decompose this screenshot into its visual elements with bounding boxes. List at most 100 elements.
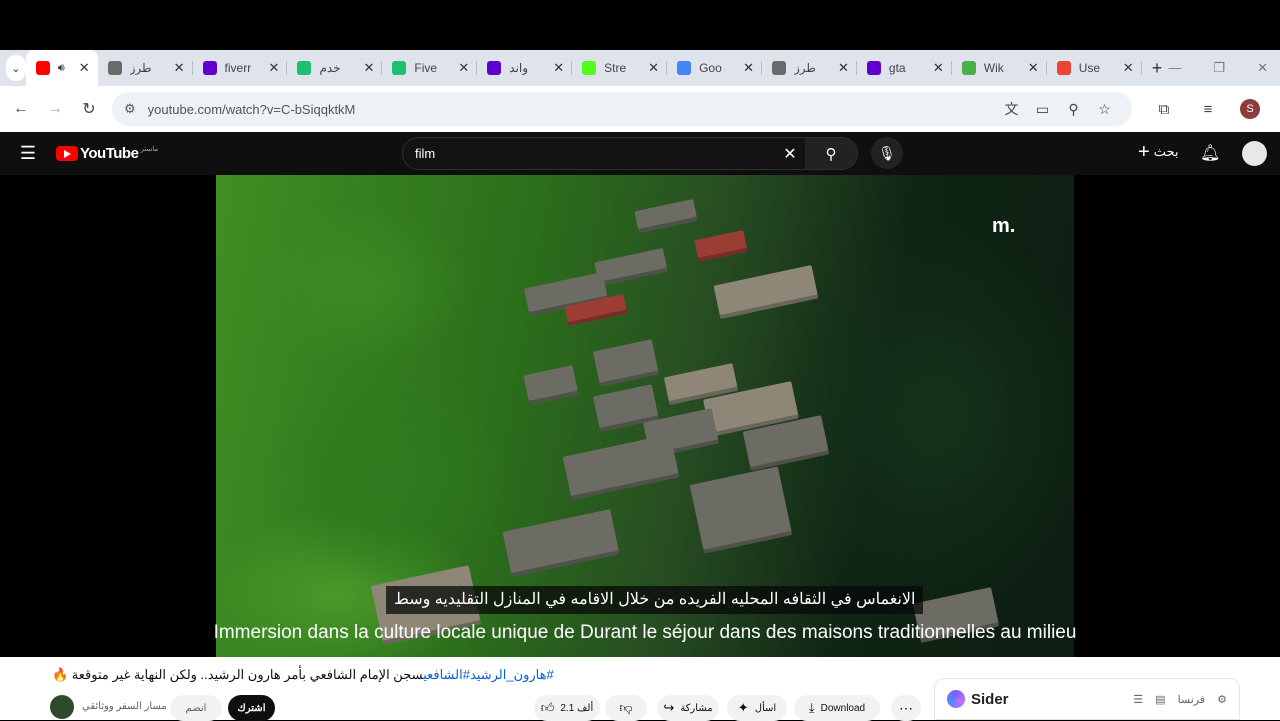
youtube-icon <box>35 61 50 75</box>
cast-icon[interactable]: ▭ <box>1027 101 1058 118</box>
tab-close-icon[interactable]: ✕ <box>1028 60 1039 76</box>
create-button[interactable]: + بحث <box>1138 142 1178 162</box>
tab-close-icon[interactable]: ✕ <box>269 60 280 76</box>
tab-close-icon[interactable]: ✕ <box>174 60 185 76</box>
browser-tab[interactable]: Goo ✕ <box>667 50 762 86</box>
join-button[interactable]: انضم <box>170 695 222 721</box>
yahoo-icon <box>866 61 881 75</box>
profile-avatar[interactable]: S <box>1240 99 1260 119</box>
sider-name: Sider <box>971 690 1009 708</box>
search-input[interactable]: film <box>403 146 775 161</box>
tab-close-icon[interactable]: ✕ <box>458 60 469 76</box>
village-roof <box>562 434 680 500</box>
sider-language[interactable]: فرنسا <box>1178 693 1206 706</box>
more-icon: ⋯ <box>899 699 913 716</box>
tab-close-icon[interactable]: ✕ <box>363 60 374 76</box>
site-info-icon[interactable]: ⚙ <box>124 101 136 117</box>
browser-tab[interactable]: طرز ✕ <box>762 50 857 86</box>
tab-close-icon[interactable]: ✕ <box>743 60 754 76</box>
sider-panel[interactable]: Sider ☰ ▤ فرنسا ⚙ <box>934 678 1240 720</box>
video-hashtags[interactable]: #هارون_الرشيد#الشافعي <box>423 667 554 682</box>
minimize-icon[interactable]: — <box>1168 60 1181 76</box>
audio-playing-icon[interactable]: 🔊︎ <box>58 62 65 75</box>
tab-close-icon[interactable]: ✕ <box>79 60 90 76</box>
video-frame[interactable]: m. <box>216 175 1074 657</box>
youtube-play-icon <box>56 146 78 161</box>
ask-button[interactable]: ✦ اسأل <box>727 695 787 721</box>
youtube-logo[interactable]: YouTube ماستر <box>56 145 158 162</box>
village-roof <box>594 247 668 287</box>
new-tab-button[interactable]: + <box>1146 58 1169 79</box>
zoom-icon[interactable]: ⚲ <box>1058 101 1089 118</box>
browser-tab[interactable]: Five ✕ <box>382 50 478 86</box>
share-button[interactable]: ↪ مشاركة <box>657 695 719 721</box>
translate-icon[interactable]: 文 <box>996 99 1027 119</box>
fiverr-icon <box>392 61 407 75</box>
tab-close-icon[interactable]: ✕ <box>933 60 944 76</box>
video-title-text: سجن الإمام الشافعي بأمر هارون الرشيد.. و… <box>52 667 424 682</box>
browser-tab[interactable]: خدم ✕ <box>287 50 383 86</box>
more-actions-button[interactable]: ⋯ <box>891 695 921 721</box>
media-control-icon[interactable]: ≡ <box>1186 101 1230 118</box>
tab-close-icon[interactable]: ✕ <box>1123 60 1134 76</box>
tab-title: طرز <box>129 61 152 75</box>
tab-close-icon[interactable]: ✕ <box>553 60 564 76</box>
tab-search-button[interactable]: ⌄ <box>6 55 26 81</box>
back-icon[interactable]: ← <box>4 100 38 118</box>
village-roof <box>592 339 660 387</box>
tab-separator <box>1140 61 1142 75</box>
tab-title: Five <box>414 61 438 75</box>
browser-tab[interactable]: Use ✕ <box>1047 50 1142 86</box>
settings-icon[interactable]: ⚙ <box>1217 693 1227 706</box>
download-button[interactable]: ⤓ Download <box>794 695 880 721</box>
browser-toolbar: ← → ↻ ⚙ youtube.com/watch?v=C-bSiqqktkM … <box>0 86 1280 132</box>
village-roof <box>694 230 748 262</box>
subtitle-icon[interactable]: ▤ <box>1155 693 1165 706</box>
tab-title: Use <box>1078 61 1101 75</box>
url-text[interactable]: youtube.com/watch?v=C-bSiqqktkM <box>148 102 996 117</box>
clear-search-icon[interactable]: ✕ <box>775 144 805 164</box>
forward-icon[interactable]: → <box>38 100 72 118</box>
subscribe-button[interactable]: اشترك <box>228 695 275 721</box>
account-avatar[interactable] <box>1242 141 1267 166</box>
tab-title: واند <box>509 61 529 75</box>
notifications-icon[interactable]: 🔔︎ <box>1200 143 1220 163</box>
video-player[interactable]: m. <box>0 175 1280 657</box>
menu-icon[interactable]: ☰ <box>0 143 56 164</box>
download-label: Download <box>820 702 866 714</box>
browser-tab[interactable]: طرز ✕ <box>98 50 193 86</box>
browser-tab[interactable]: واند ✕ <box>477 50 573 86</box>
tab-title: طرز <box>793 61 816 75</box>
gmail-icon <box>1056 61 1071 75</box>
yahoo-icon <box>202 61 217 75</box>
tab-close-icon[interactable]: ✕ <box>648 60 659 76</box>
village-roof <box>713 264 819 320</box>
channel-name[interactable]: مسار السفر ووثائقي <box>82 701 167 712</box>
tab-close-icon[interactable]: ✕ <box>838 60 849 76</box>
village-roof <box>502 509 620 577</box>
like-button[interactable]: 👍︎ 2.1 ألف <box>534 695 600 721</box>
channel-avatar[interactable] <box>50 695 74 719</box>
country-code: ماستر <box>140 145 159 153</box>
dislike-button[interactable]: 👎︎ <box>605 695 647 721</box>
bookmark-star-icon[interactable]: ☆ <box>1089 101 1120 118</box>
maximize-icon[interactable]: ❐ <box>1213 60 1225 76</box>
thumbs-down-icon: 👎︎ <box>619 700 633 715</box>
browser-tab[interactable]: 🔊︎ ✕ <box>25 50 98 86</box>
search-button[interactable]: ⚲ <box>805 138 857 169</box>
channel-watermark: m. <box>992 215 1016 237</box>
chatgpt-icon <box>107 61 122 75</box>
browser-tab[interactable]: Stre ✕ <box>572 50 668 86</box>
reload-icon[interactable]: ↻ <box>72 99 106 119</box>
address-bar[interactable]: ⚙ youtube.com/watch?v=C-bSiqqktkM 文 ▭ ⚲ … <box>112 92 1132 126</box>
create-label: بحث <box>1153 144 1179 159</box>
list-icon[interactable]: ☰ <box>1133 693 1143 706</box>
youtube-header: ☰ YouTube ماستر film ✕ ⚲ 🎙 + بحث 🔔︎ <box>0 132 1280 175</box>
extensions-icon[interactable]: ⧉ <box>1142 101 1186 118</box>
voice-search-button[interactable]: 🎙 <box>871 137 903 169</box>
browser-tab[interactable]: Wik ✕ <box>952 50 1047 86</box>
close-window-icon[interactable]: ✕ <box>1257 60 1268 76</box>
subtitle-arabic: الانغماس في الثقافه المحليه الفريده من خ… <box>386 586 924 614</box>
browser-tab[interactable]: fiverr ✕ <box>193 50 288 86</box>
browser-tab[interactable]: gta ✕ <box>857 50 952 86</box>
